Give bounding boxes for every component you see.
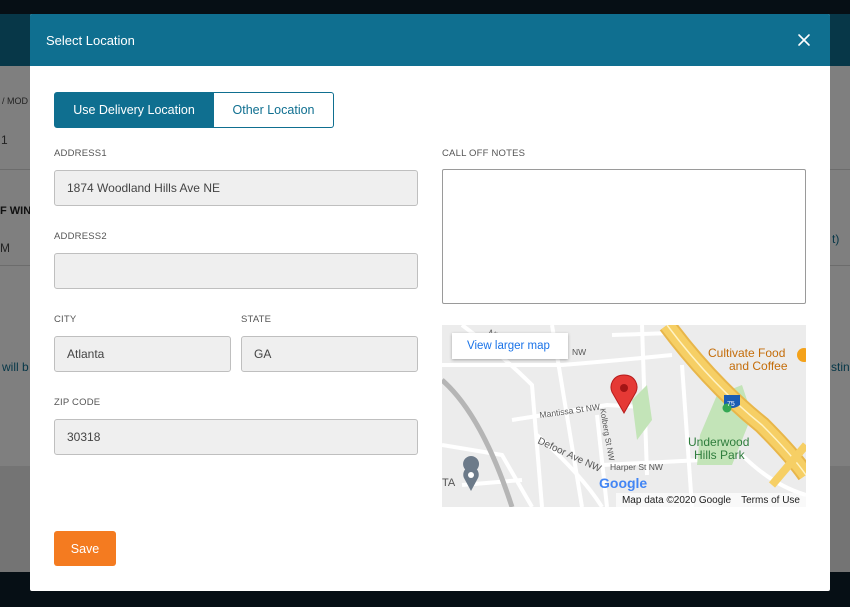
- highway-shield-label: 75: [727, 401, 735, 408]
- city-label: CITY: [54, 314, 77, 325]
- use-delivery-location-button[interactable]: Use Delivery Location: [54, 92, 214, 128]
- park-label-1: Underwood: [688, 435, 749, 449]
- street-label-harper: Harper St NW: [610, 462, 663, 472]
- map-attribution: Map data ©2020 Google: [621, 494, 732, 506]
- modal-title: Select Location: [46, 32, 135, 48]
- poi-label-cafe: Cultivate Food: [708, 346, 785, 360]
- poi-label-cafe-2: and Coffee: [729, 359, 788, 373]
- close-icon[interactable]: [794, 30, 814, 50]
- state-label: STATE: [241, 314, 272, 325]
- map-attribution-bar: Map data ©2020 Google Terms of Use: [615, 493, 806, 507]
- address2-field[interactable]: [54, 253, 418, 289]
- zip-code-field[interactable]: 30318: [54, 419, 418, 455]
- location-map[interactable]: NW NW Mantissa St NW Kolberg St NW Defoo…: [442, 325, 806, 507]
- select-location-modal: Select Location Use Delivery Location Ot…: [30, 14, 830, 591]
- address2-label: ADDRESS2: [54, 231, 107, 242]
- terms-of-use-link[interactable]: Terms of Use: [741, 495, 800, 506]
- save-button[interactable]: Save: [54, 531, 116, 566]
- google-logo: Google: [599, 475, 647, 491]
- view-larger-map-link[interactable]: View larger map: [452, 333, 568, 359]
- location-type-toggle: Use Delivery Location Other Location: [54, 92, 334, 128]
- zip-code-label: ZIP CODE: [54, 397, 101, 408]
- park-label-2: Hills Park: [694, 448, 746, 462]
- street-label-top-right: NW: [572, 347, 586, 357]
- city-field[interactable]: Atlanta: [54, 336, 231, 372]
- map-label-ta: TA: [442, 477, 456, 489]
- address1-field[interactable]: 1874 Woodland Hills Ave NE: [54, 170, 418, 206]
- call-off-notes-label: CALL OFF NOTES: [442, 148, 526, 159]
- address1-label: ADDRESS1: [54, 148, 107, 159]
- call-off-notes-textarea[interactable]: [442, 169, 806, 304]
- other-location-button[interactable]: Other Location: [214, 92, 334, 128]
- modal-header: Select Location: [30, 14, 830, 66]
- state-field[interactable]: GA: [241, 336, 418, 372]
